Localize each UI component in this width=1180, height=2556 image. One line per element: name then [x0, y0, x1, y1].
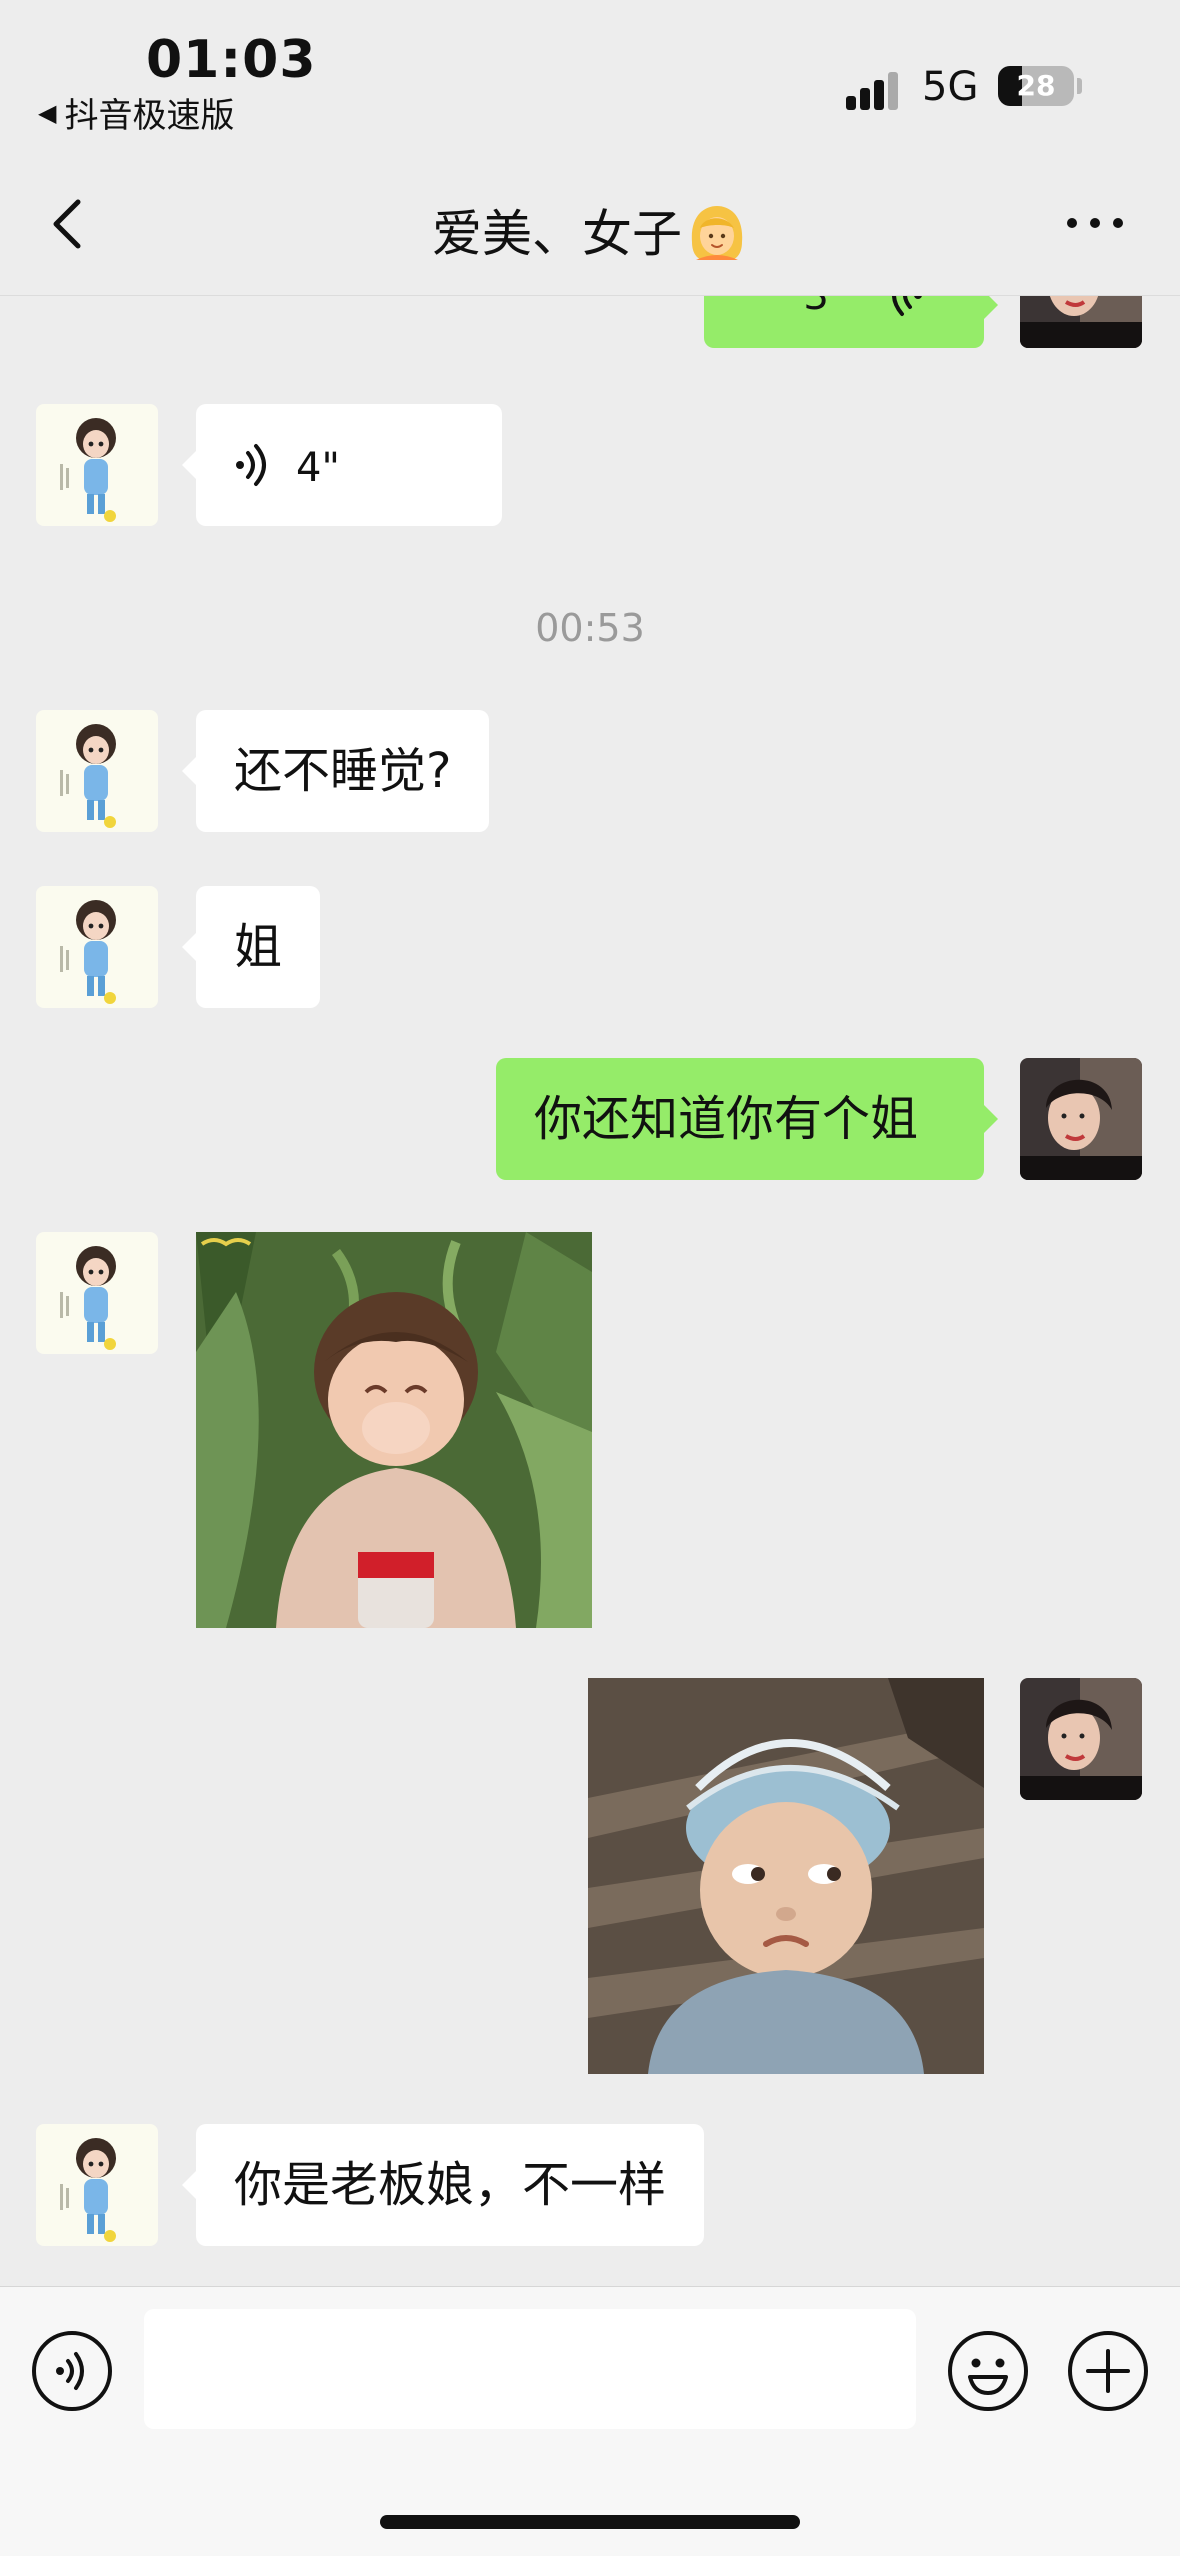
voice-duration: 4": [296, 445, 340, 491]
contact-avatar[interactable]: [36, 2124, 158, 2246]
voice-message[interactable]: 4": [182, 404, 502, 526]
my-avatar[interactable]: [1020, 1678, 1142, 1800]
input-bar: [0, 2286, 1180, 2556]
blonde-woman-emoji-icon: [691, 205, 743, 260]
status-bar: 01:03 ◀ 抖音极速版 5G 28: [0, 0, 1180, 150]
photo-message-side-eye-child[interactable]: [588, 1678, 984, 2074]
message-input[interactable]: [144, 2309, 916, 2429]
chat-title: 爱美、女子: [0, 194, 1180, 266]
message-bubble-outgoing[interactable]: 你还知道你有个姐: [496, 1058, 998, 1180]
chat-title-text: 爱美、女子: [432, 205, 682, 263]
emoji-icon[interactable]: [946, 2329, 1030, 2413]
plus-icon[interactable]: [1066, 2329, 1150, 2413]
voice-duration-partial: 3": [803, 296, 848, 319]
voice-wave-icon: [892, 296, 922, 316]
my-avatar[interactable]: [1020, 296, 1142, 348]
chat-timestamp: 00:53: [535, 606, 645, 650]
chat-header: 爱美、女子: [0, 150, 1180, 296]
contact-avatar[interactable]: [36, 1232, 158, 1354]
battery-icon: 28: [998, 66, 1074, 106]
back-app-label: 抖音极速版: [64, 96, 235, 136]
back-to-app-link[interactable]: ◀ 抖音极速版: [38, 88, 234, 137]
contact-avatar[interactable]: [36, 710, 158, 832]
photo-message-laughing-child[interactable]: [196, 1232, 592, 1628]
message-bubble[interactable]: 你是老板娘，不一样: [181, 2124, 705, 2246]
message-bubble[interactable]: 姐: [181, 886, 321, 1008]
my-avatar[interactable]: [1020, 1058, 1142, 1180]
contact-avatar[interactable]: [36, 886, 158, 1008]
battery-level: 28: [1016, 69, 1056, 102]
chat-history[interactable]: 3" 4" 00:53 还不睡觉? 姐 你还知道你有个姐 你是老板娘，不一样: [0, 296, 1180, 2286]
message-bubble[interactable]: 还不睡觉?: [181, 710, 490, 832]
battery-cap: [1077, 78, 1082, 94]
home-indicator[interactable]: [380, 2515, 800, 2529]
voice-wave-icon: [236, 444, 266, 486]
status-time: 01:03: [146, 30, 317, 90]
contact-avatar[interactable]: [36, 404, 158, 526]
voice-message-partial[interactable]: 3": [704, 296, 998, 348]
more-dots-icon[interactable]: [1060, 198, 1130, 248]
cellular-signal-icon: [846, 70, 906, 110]
network-type: 5G: [922, 64, 979, 110]
back-triangle-icon: ◀: [38, 98, 57, 127]
voice-mode-icon[interactable]: [30, 2329, 114, 2413]
